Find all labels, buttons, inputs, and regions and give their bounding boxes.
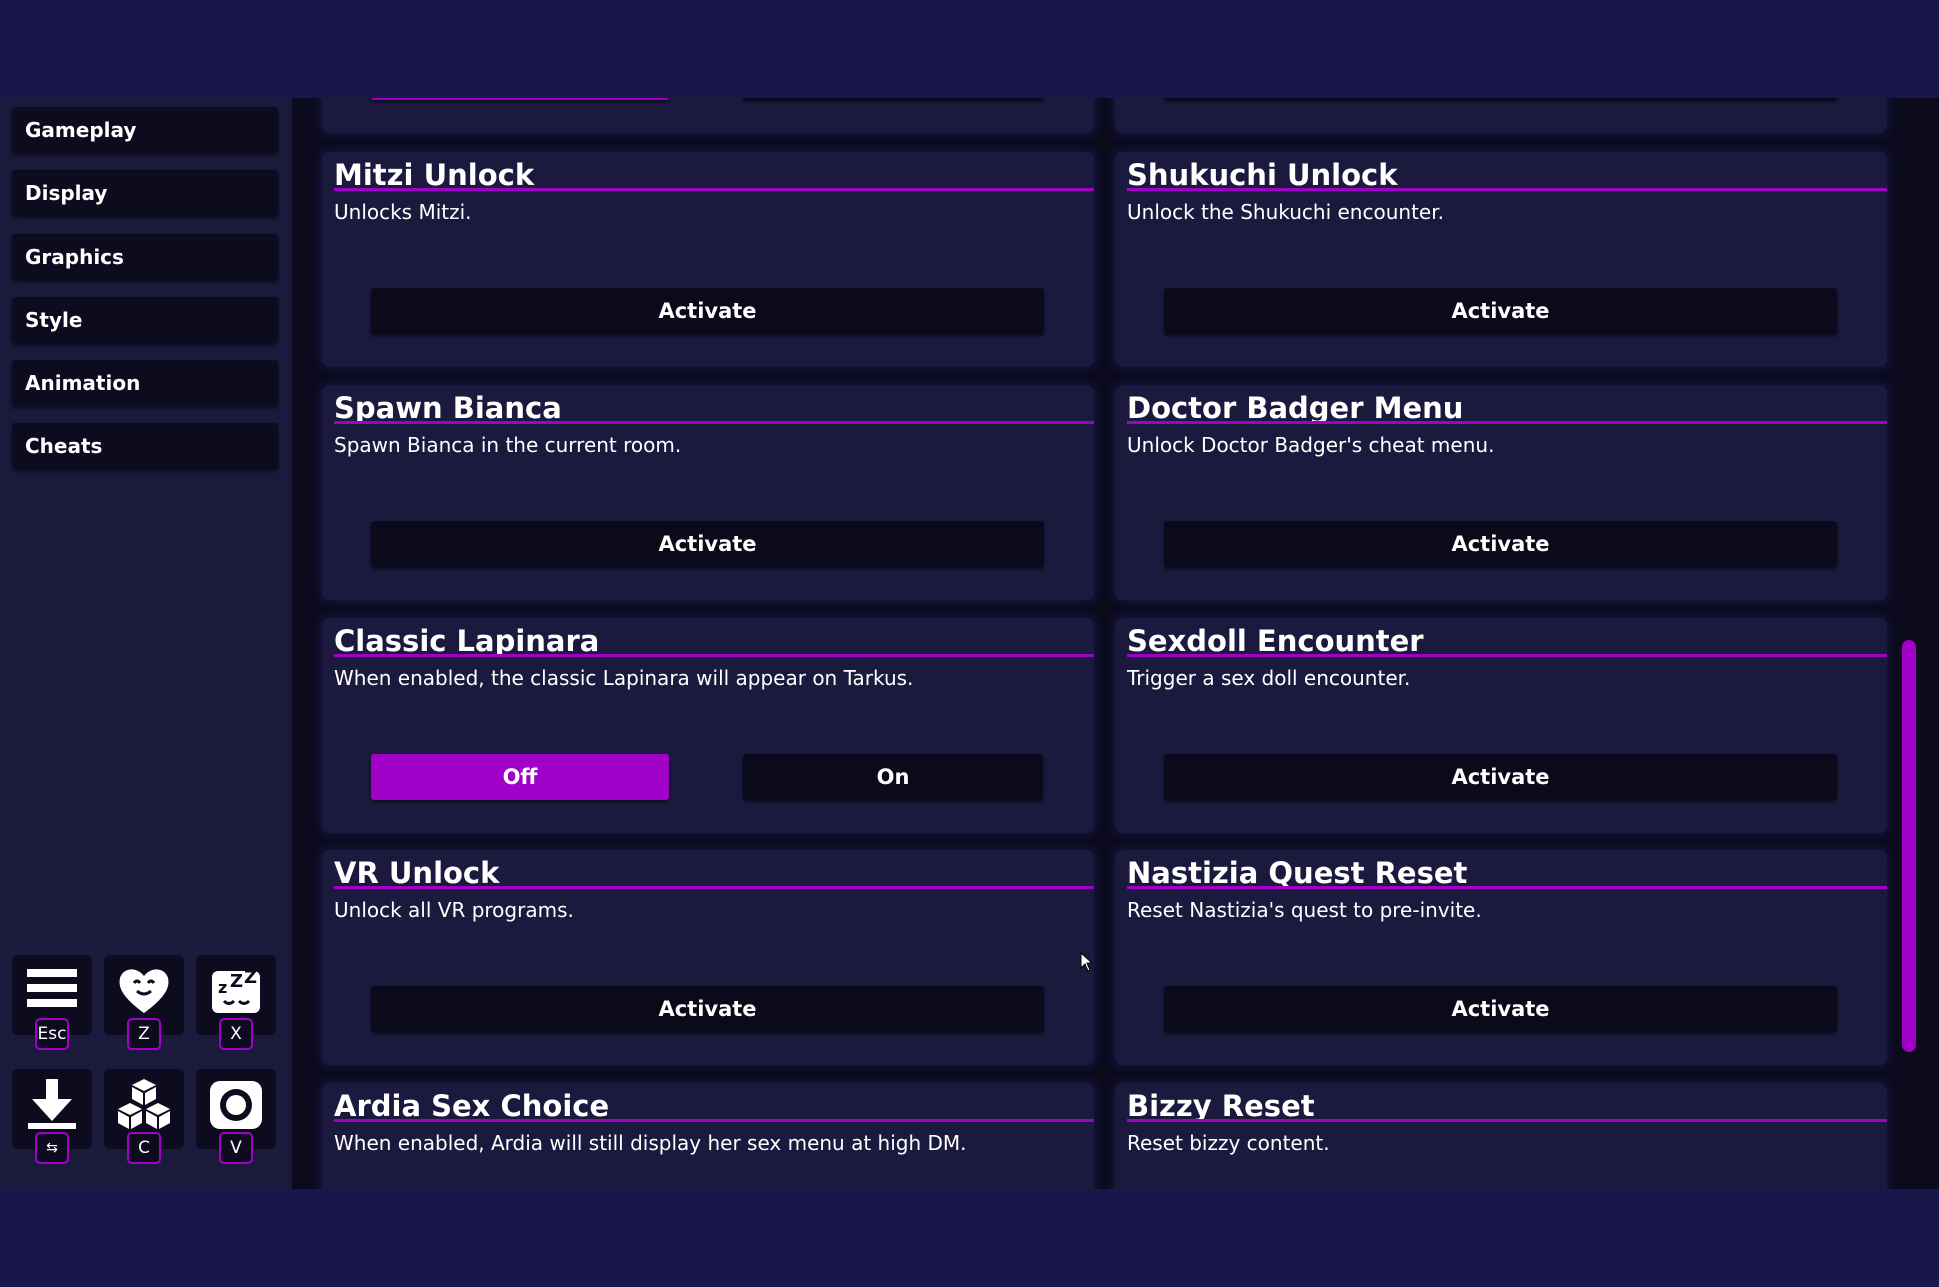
sidebar-item-style[interactable]: Style bbox=[12, 297, 278, 343]
bottom-band bbox=[0, 1189, 1939, 1287]
cheat-description: Unlock Doctor Badger's cheat menu. bbox=[1127, 433, 1495, 457]
cheat-card-doctor-badger-menu: Doctor Badger Menu Unlock Doctor Badger'… bbox=[1115, 385, 1887, 600]
title-underline bbox=[334, 421, 1094, 424]
svg-text:Z: Z bbox=[230, 971, 243, 992]
cheat-title: VR Unlock bbox=[334, 856, 500, 890]
heart-icon bbox=[119, 969, 169, 1013]
cheat-card-bizzy-reset: Bizzy Reset Reset bizzy content. bbox=[1115, 1083, 1887, 1189]
cheat-card-ardia-sex-choice: Ardia Sex Choice When enabled, Ardia wil… bbox=[322, 1083, 1094, 1189]
cheat-title: Doctor Badger Menu bbox=[1127, 391, 1464, 425]
title-underline bbox=[1127, 886, 1887, 889]
cheat-description: Unlock all VR programs. bbox=[334, 898, 574, 922]
sidebar-item-gameplay[interactable]: Gameplay bbox=[12, 107, 278, 153]
scrollbar-track[interactable] bbox=[1919, 98, 1939, 1189]
title-underline bbox=[1127, 421, 1887, 424]
sidebar-item-animation[interactable]: Animation bbox=[12, 360, 278, 406]
cheat-title: Spawn Bianca bbox=[334, 391, 562, 425]
title-underline bbox=[1127, 188, 1887, 191]
cheat-description: Reset Nastizia's quest to pre-invite. bbox=[1127, 898, 1482, 922]
hotkey-x: X bbox=[219, 1018, 253, 1050]
cheat-card-vr-unlock: VR Unlock Unlock all VR programs. Activa… bbox=[322, 850, 1094, 1065]
svg-text:z: z bbox=[218, 978, 227, 997]
cheat-title: Nastizia Quest Reset bbox=[1127, 856, 1468, 890]
activate-button[interactable]: Activate bbox=[371, 288, 1044, 334]
hotkey-c: C bbox=[127, 1132, 161, 1164]
svg-text:Z: Z bbox=[244, 967, 257, 988]
cheats-panel: Mitzi Unlock Unlocks Mitzi. Activate Shu… bbox=[292, 98, 1919, 1189]
cheat-title: Classic Lapinara bbox=[334, 624, 600, 658]
cheat-description: When enabled, Ardia will still display h… bbox=[334, 1131, 967, 1155]
cheat-description: Trigger a sex doll encounter. bbox=[1127, 666, 1411, 690]
cheat-card-nastizia-quest-reset: Nastizia Quest Reset Reset Nastizia's qu… bbox=[1115, 850, 1887, 1065]
sidebar: Gameplay Display Graphics Style Animatio… bbox=[0, 98, 292, 1189]
cubes-icon bbox=[118, 1079, 170, 1129]
activate-button[interactable]: Activate bbox=[371, 521, 1044, 567]
title-underline bbox=[334, 886, 1094, 889]
top-band bbox=[0, 0, 1939, 98]
menu-icon bbox=[27, 969, 77, 1007]
cheat-card-shukuchi-unlock: Shukuchi Unlock Unlock the Shukuchi enco… bbox=[1115, 152, 1887, 367]
cheat-title: Sexdoll Encounter bbox=[1127, 624, 1424, 658]
cheat-card-partial bbox=[322, 98, 1094, 133]
cheat-description: When enabled, the classic Lapinara will … bbox=[334, 666, 914, 690]
hotkey-swap: ⇆ bbox=[35, 1132, 69, 1164]
sidebar-item-cheats[interactable]: Cheats bbox=[12, 423, 278, 469]
title-underline bbox=[334, 654, 1094, 657]
cheat-title: Shukuchi Unlock bbox=[1127, 158, 1398, 192]
cheat-card-mitzi-unlock: Mitzi Unlock Unlocks Mitzi. Activate bbox=[322, 152, 1094, 367]
activate-button-partial[interactable] bbox=[1164, 98, 1837, 100]
sidebar-item-display[interactable]: Display bbox=[12, 170, 278, 216]
cheat-card-spawn-bianca: Spawn Bianca Spawn Bianca in the current… bbox=[322, 385, 1094, 600]
hotkey-v: V bbox=[219, 1132, 253, 1164]
toggle-off-button[interactable]: Off bbox=[371, 754, 669, 800]
cheat-description: Unlock the Shukuchi encounter. bbox=[1127, 200, 1444, 224]
mouse-cursor-icon bbox=[1080, 952, 1094, 972]
camera-icon bbox=[210, 1081, 262, 1129]
hotkey-esc: Esc bbox=[35, 1018, 69, 1050]
activate-button[interactable]: Activate bbox=[371, 986, 1044, 1032]
activate-button[interactable]: Activate bbox=[1164, 288, 1837, 334]
title-underline bbox=[1127, 654, 1887, 657]
cheat-description: Unlocks Mitzi. bbox=[334, 200, 472, 224]
title-underline bbox=[1127, 1119, 1887, 1122]
activate-button[interactable]: Activate bbox=[1164, 986, 1837, 1032]
cheat-title: Ardia Sex Choice bbox=[334, 1089, 610, 1123]
scrollbar-thumb[interactable] bbox=[1902, 640, 1916, 1052]
title-underline bbox=[334, 188, 1094, 191]
download-icon bbox=[28, 1079, 76, 1129]
toggle-on-button-partial[interactable] bbox=[743, 98, 1043, 100]
sidebar-item-graphics[interactable]: Graphics bbox=[12, 234, 278, 280]
activate-button[interactable]: Activate bbox=[1164, 754, 1837, 800]
cheat-card-partial bbox=[1115, 98, 1887, 133]
toggle-off-button-partial[interactable] bbox=[371, 98, 669, 100]
cheat-description: Reset bizzy content. bbox=[1127, 1131, 1330, 1155]
cheat-description: Spawn Bianca in the current room. bbox=[334, 433, 682, 457]
cheat-card-sexdoll-encounter: Sexdoll Encounter Trigger a sex doll enc… bbox=[1115, 618, 1887, 833]
cheat-card-classic-lapinara: Classic Lapinara When enabled, the class… bbox=[322, 618, 1094, 833]
hotkey-z: Z bbox=[127, 1018, 161, 1050]
toggle-on-button[interactable]: On bbox=[743, 754, 1043, 800]
title-underline bbox=[334, 1119, 1094, 1122]
cheat-title: Bizzy Reset bbox=[1127, 1089, 1315, 1123]
sleep-icon: z Z Z bbox=[212, 967, 260, 1013]
cheat-title: Mitzi Unlock bbox=[334, 158, 535, 192]
activate-button[interactable]: Activate bbox=[1164, 521, 1837, 567]
